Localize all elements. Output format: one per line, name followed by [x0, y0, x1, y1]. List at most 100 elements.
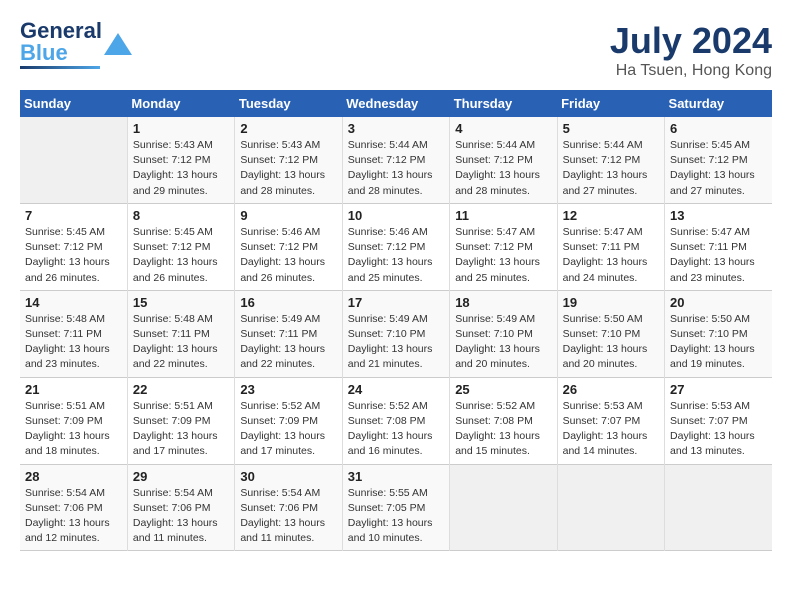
logo-text: GeneralBlue	[20, 20, 102, 64]
calendar-cell: 3Sunrise: 5:44 AMSunset: 7:12 PMDaylight…	[342, 117, 449, 203]
day-number: 2	[240, 121, 336, 136]
calendar-cell: 16Sunrise: 5:49 AMSunset: 7:11 PMDayligh…	[235, 290, 342, 377]
day-info: Sunrise: 5:54 AMSunset: 7:06 PMDaylight:…	[133, 486, 229, 547]
calendar-table: SundayMondayTuesdayWednesdayThursdayFrid…	[20, 90, 772, 551]
day-info: Sunrise: 5:49 AMSunset: 7:10 PMDaylight:…	[455, 312, 551, 373]
day-info: Sunrise: 5:44 AMSunset: 7:12 PMDaylight:…	[348, 138, 444, 199]
day-number: 24	[348, 382, 444, 397]
day-number: 29	[133, 469, 229, 484]
day-number: 7	[25, 208, 122, 223]
day-number: 15	[133, 295, 229, 310]
day-number: 20	[670, 295, 767, 310]
day-info: Sunrise: 5:45 AMSunset: 7:12 PMDaylight:…	[25, 225, 122, 286]
calendar-cell: 22 Sunrise: 5:51 AMSunset: 7:09 PMDayligh…	[127, 377, 234, 464]
week-row-1: 1 Sunrise: 5:43 AMSunset: 7:12 PMDaylight…	[20, 117, 772, 203]
day-number: 31	[348, 469, 444, 484]
week-row-3: 14 Sunrise: 5:48 AMSunset: 7:11 PMDayligh…	[20, 290, 772, 377]
day-info: Sunrise: 5:47 AMSunset: 7:11 PMDaylight:…	[563, 225, 659, 286]
day-number: 19	[563, 295, 659, 310]
logo-underline	[20, 66, 100, 69]
weekday-header-wednesday: Wednesday	[342, 90, 449, 117]
week-row-2: 7 Sunrise: 5:45 AMSunset: 7:12 PMDaylight…	[20, 203, 772, 290]
calendar-cell: 31 Sunrise: 5:55 AMSunset: 7:05 PMDayligh…	[342, 464, 449, 551]
day-info: Sunrise: 5:43 AMSunset: 7:12 PMDaylight:…	[133, 138, 229, 199]
calendar-cell: 12 Sunrise: 5:47 AMSunset: 7:11 PMDayligh…	[557, 203, 664, 290]
calendar-cell: 30Sunrise: 5:54 AMSunset: 7:06 PMDayligh…	[235, 464, 342, 551]
weekday-header-friday: Friday	[557, 90, 664, 117]
calendar-cell: 1 Sunrise: 5:43 AMSunset: 7:12 PMDaylight…	[127, 117, 234, 203]
calendar-cell: 4 Sunrise: 5:44 AMSunset: 7:12 PMDaylight…	[450, 117, 557, 203]
day-number: 4	[455, 121, 551, 136]
day-number: 11	[455, 208, 551, 223]
day-info: Sunrise: 5:52 AMSunset: 7:09 PMDaylight:…	[240, 399, 336, 460]
day-info: Sunrise: 5:45 AMSunset: 7:12 PMDaylight:…	[670, 138, 767, 199]
calendar-cell: 6 Sunrise: 5:45 AMSunset: 7:12 PMDaylight…	[665, 117, 772, 203]
location: Ha Tsuen, Hong Kong	[610, 62, 772, 80]
day-info: Sunrise: 5:46 AMSunset: 7:12 PMDaylight:…	[348, 225, 444, 286]
calendar-cell: 24 Sunrise: 5:52 AMSunset: 7:08 PMDayligh…	[342, 377, 449, 464]
day-info: Sunrise: 5:54 AMSunset: 7:06 PMDaylight:…	[25, 486, 122, 547]
day-info: Sunrise: 5:54 AMSunset: 7:06 PMDaylight:…	[240, 486, 336, 547]
day-info: Sunrise: 5:49 AMSunset: 7:10 PMDaylight:…	[348, 312, 444, 373]
logo: GeneralBlue	[20, 20, 132, 69]
day-info: Sunrise: 5:50 AMSunset: 7:10 PMDaylight:…	[563, 312, 659, 373]
calendar-cell: 28 Sunrise: 5:54 AMSunset: 7:06 PMDayligh…	[20, 464, 127, 551]
day-number: 18	[455, 295, 551, 310]
day-info: Sunrise: 5:51 AMSunset: 7:09 PMDaylight:…	[25, 399, 122, 460]
day-info: Sunrise: 5:52 AMSunset: 7:08 PMDaylight:…	[348, 399, 444, 460]
day-info: Sunrise: 5:47 AMSunset: 7:11 PMDaylight:…	[670, 225, 767, 286]
day-info: Sunrise: 5:49 AMSunset: 7:11 PMDaylight:…	[240, 312, 336, 373]
day-info: Sunrise: 5:46 AMSunset: 7:12 PMDaylight:…	[240, 225, 336, 286]
calendar-cell	[665, 464, 772, 551]
calendar-cell: 5Sunrise: 5:44 AMSunset: 7:12 PMDaylight…	[557, 117, 664, 203]
title-block: July 2024 Ha Tsuen, Hong Kong	[610, 20, 772, 80]
calendar-cell: 14 Sunrise: 5:48 AMSunset: 7:11 PMDayligh…	[20, 290, 127, 377]
day-number: 1	[133, 121, 229, 136]
day-info: Sunrise: 5:53 AMSunset: 7:07 PMDaylight:…	[670, 399, 767, 460]
day-number: 25	[455, 382, 551, 397]
calendar-cell	[20, 117, 127, 203]
day-info: Sunrise: 5:55 AMSunset: 7:05 PMDaylight:…	[348, 486, 444, 547]
day-number: 23	[240, 382, 336, 397]
day-number: 13	[670, 208, 767, 223]
calendar-cell: 9 Sunrise: 5:46 AMSunset: 7:12 PMDaylight…	[235, 203, 342, 290]
calendar-cell: 27 Sunrise: 5:53 AMSunset: 7:07 PMDayligh…	[665, 377, 772, 464]
day-number: 22	[133, 382, 229, 397]
day-number: 6	[670, 121, 767, 136]
calendar-cell: 7 Sunrise: 5:45 AMSunset: 7:12 PMDaylight…	[20, 203, 127, 290]
day-number: 14	[25, 295, 122, 310]
calendar-cell: 8 Sunrise: 5:45 AMSunset: 7:12 PMDaylight…	[127, 203, 234, 290]
day-info: Sunrise: 5:53 AMSunset: 7:07 PMDaylight:…	[563, 399, 659, 460]
day-info: Sunrise: 5:47 AMSunset: 7:12 PMDaylight:…	[455, 225, 551, 286]
day-number: 28	[25, 469, 122, 484]
day-number: 8	[133, 208, 229, 223]
week-row-5: 28 Sunrise: 5:54 AMSunset: 7:06 PMDayligh…	[20, 464, 772, 551]
calendar-cell: 20Sunrise: 5:50 AMSunset: 7:10 PMDayligh…	[665, 290, 772, 377]
calendar-cell: 18 Sunrise: 5:49 AMSunset: 7:10 PMDayligh…	[450, 290, 557, 377]
day-number: 21	[25, 382, 122, 397]
day-info: Sunrise: 5:44 AMSunset: 7:12 PMDaylight:…	[455, 138, 551, 199]
week-row-4: 21 Sunrise: 5:51 AMSunset: 7:09 PMDayligh…	[20, 377, 772, 464]
day-number: 27	[670, 382, 767, 397]
calendar-cell: 17Sunrise: 5:49 AMSunset: 7:10 PMDayligh…	[342, 290, 449, 377]
day-number: 26	[563, 382, 659, 397]
calendar-cell: 26 Sunrise: 5:53 AMSunset: 7:07 PMDayligh…	[557, 377, 664, 464]
day-number: 9	[240, 208, 336, 223]
day-info: Sunrise: 5:48 AMSunset: 7:11 PMDaylight:…	[25, 312, 122, 373]
day-info: Sunrise: 5:43 AMSunset: 7:12 PMDaylight:…	[240, 138, 336, 199]
weekday-header-thursday: Thursday	[450, 90, 557, 117]
logo-icon	[104, 33, 132, 55]
day-number: 5	[563, 121, 659, 136]
calendar-cell: 15 Sunrise: 5:48 AMSunset: 7:11 PMDayligh…	[127, 290, 234, 377]
day-info: Sunrise: 5:51 AMSunset: 7:09 PMDaylight:…	[133, 399, 229, 460]
day-info: Sunrise: 5:48 AMSunset: 7:11 PMDaylight:…	[133, 312, 229, 373]
weekday-header-tuesday: Tuesday	[235, 90, 342, 117]
calendar-cell	[450, 464, 557, 551]
calendar-cell: 13 Sunrise: 5:47 AMSunset: 7:11 PMDayligh…	[665, 203, 772, 290]
weekday-header-saturday: Saturday	[665, 90, 772, 117]
weekday-header-row: SundayMondayTuesdayWednesdayThursdayFrid…	[20, 90, 772, 117]
day-info: Sunrise: 5:52 AMSunset: 7:08 PMDaylight:…	[455, 399, 551, 460]
day-number: 12	[563, 208, 659, 223]
calendar-cell: 2 Sunrise: 5:43 AMSunset: 7:12 PMDaylight…	[235, 117, 342, 203]
day-info: Sunrise: 5:45 AMSunset: 7:12 PMDaylight:…	[133, 225, 229, 286]
